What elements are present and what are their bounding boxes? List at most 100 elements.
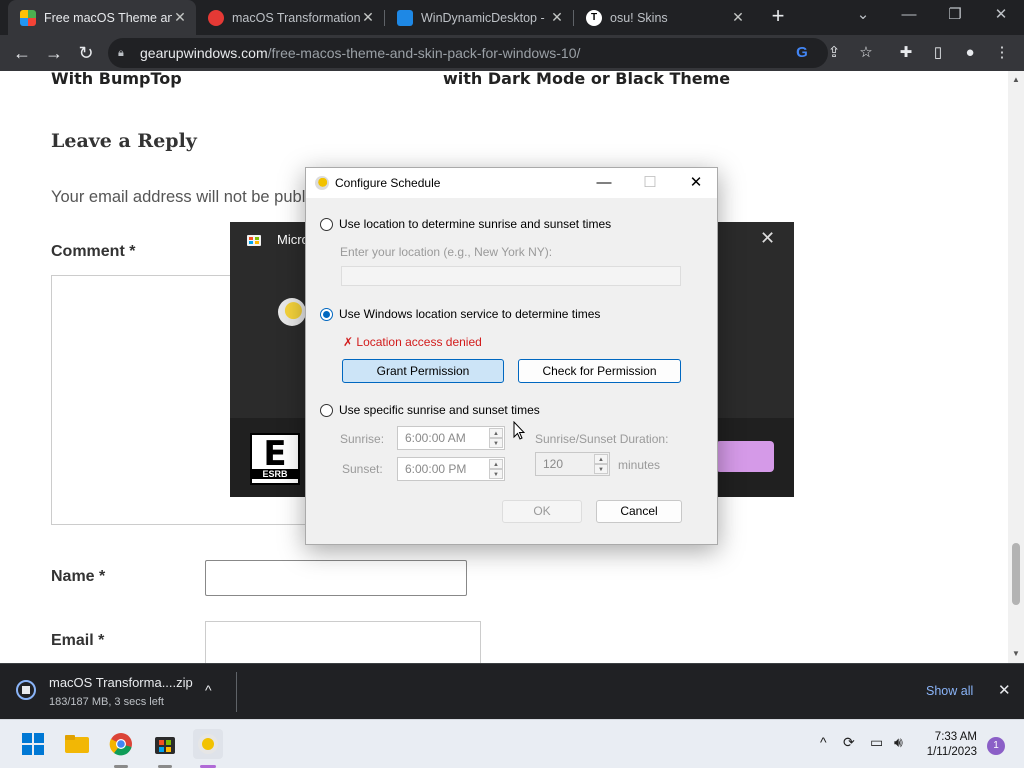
network-icon[interactable]: ▭ — [870, 734, 883, 751]
download-filename[interactable]: macOS Transforma....zip — [49, 675, 193, 690]
app-logo-icon — [278, 298, 306, 326]
spinner-arrows-icon: ▲ ▼ — [489, 428, 503, 448]
store-action-button[interactable] — [716, 441, 774, 472]
minimize-icon[interactable]: — — [581, 168, 627, 198]
clock-time: 7:33 AM — [934, 731, 977, 743]
system-clock[interactable]: 7:33 AM 1/11/2023 — [925, 730, 977, 760]
url-path: /free-macos-theme-and-skin-pack-for-wind… — [267, 45, 581, 61]
tab-macos-transformation[interactable]: macOS Transformation ✕ — [196, 0, 384, 35]
email-notice: Your email address will not be publis — [51, 188, 318, 206]
name-input[interactable] — [205, 560, 467, 596]
location-input — [341, 266, 681, 286]
sunset-value: 6:00:00 PM — [405, 462, 467, 476]
store-dialog-title: Micro — [277, 232, 309, 247]
chevron-up-icon[interactable]: ^ — [205, 682, 212, 698]
name-label: Name * — [51, 568, 106, 585]
forward-icon[interactable]: → — [40, 39, 68, 67]
side-panel-icon[interactable]: ▯ — [926, 41, 950, 65]
duration-unit: minutes — [618, 458, 661, 472]
windynamicdesktop-taskbar-icon[interactable] — [193, 729, 223, 759]
back-icon[interactable]: ← — [8, 39, 36, 67]
email-input[interactable] — [205, 621, 481, 663]
address-bar[interactable]: 🔒︎ gearupwindows.com/free-macos-theme-an… — [108, 38, 828, 68]
scroll-up-icon[interactable]: ▲ — [1008, 75, 1024, 84]
cancel-button[interactable]: Cancel — [596, 500, 682, 523]
close-download-bar-icon[interactable]: ✕ — [998, 681, 1011, 699]
zip-file-icon[interactable] — [16, 680, 36, 700]
radio-specific-times[interactable] — [320, 404, 333, 417]
sunset-time-input: 6:00:00 PM ▲ ▼ — [397, 457, 505, 481]
profile-icon[interactable]: ● — [958, 41, 982, 65]
dialog-titlebar: Configure Schedule — ☐ ✕ — [306, 168, 717, 198]
google-icon[interactable]: G — [790, 41, 814, 65]
store-close-icon[interactable]: ✕ — [760, 228, 775, 249]
volume-icon[interactable]: 🔊︎ — [894, 734, 903, 751]
scroll-down-icon[interactable]: ▼ — [1008, 649, 1024, 658]
spinner-arrows-icon: ▲ ▼ — [489, 459, 503, 479]
option-windows-label[interactable]: Use Windows location service to determin… — [339, 307, 600, 321]
grant-permission-button[interactable]: Grant Permission — [342, 359, 504, 383]
tab-search-icon[interactable]: ⌄ — [840, 0, 886, 32]
url-domain: gearupwindows.com — [140, 45, 268, 61]
sunset-label: Sunset: — [342, 462, 383, 476]
browser-toolbar: ← → ↻ 🔒︎ gearupwindows.com/free-macos-th… — [0, 35, 1024, 71]
notification-badge[interactable]: 1 — [987, 737, 1005, 755]
tab-title: Free macOS Theme and — [44, 10, 172, 25]
radio-location[interactable] — [320, 218, 333, 231]
windows-start-icon[interactable] — [18, 729, 48, 759]
sunrise-time-input: 6:00:00 AM ▲ ▼ — [397, 426, 505, 450]
ok-button: OK — [502, 500, 582, 523]
email-label: Email * — [51, 632, 105, 649]
show-all-button[interactable]: Show all — [926, 684, 973, 698]
tab-osu-skins[interactable]: T osu! Skins ✕ — [574, 0, 754, 35]
check-permission-button[interactable]: Check for Permission — [518, 359, 681, 383]
sync-status-icon[interactable]: ⟳ — [843, 734, 855, 751]
extensions-icon[interactable]: ✚ — [894, 41, 918, 65]
duration-value: 120 — [543, 457, 564, 471]
reply-heading: Leave a Reply — [51, 130, 197, 152]
close-tab-icon[interactable]: ✕ — [730, 9, 746, 26]
store-icon — [246, 231, 262, 247]
close-icon[interactable]: ✕ — [673, 168, 719, 198]
microsoft-store-icon[interactable] — [150, 729, 180, 759]
esrb-text: ESRB — [252, 469, 298, 479]
spinner-arrows-icon: ▲ ▼ — [594, 454, 608, 474]
page-scrollbar[interactable]: ▲ ▼ — [1008, 71, 1024, 663]
related-post-left[interactable]: With BumpTop — [51, 71, 182, 88]
tab-free-macos-theme[interactable]: Free macOS Theme and ✕ — [8, 0, 196, 35]
windows-icon — [397, 9, 413, 26]
chrome-icon[interactable] — [106, 729, 136, 759]
tab-strip: Free macOS Theme and ✕ macOS Transformat… — [0, 0, 1024, 35]
tab-title: macOS Transformation — [232, 10, 360, 25]
sunrise-value: 6:00:00 AM — [405, 431, 466, 445]
show-hidden-icons-icon[interactable]: ^ — [820, 734, 827, 750]
close-tab-icon[interactable]: ✕ — [360, 9, 376, 26]
maximize-icon: ☐ — [643, 174, 657, 191]
option-specific-label[interactable]: Use specific sunrise and sunset times — [339, 403, 540, 417]
scrollbar-thumb[interactable] — [1012, 543, 1020, 605]
windynamicdesktop-icon — [315, 176, 329, 190]
bookmark-star-icon[interactable]: ☆ — [854, 41, 878, 65]
option-location-label[interactable]: Use location to determine sunrise and su… — [339, 217, 611, 231]
related-post-right[interactable]: with Dark Mode or Black Theme — [443, 71, 730, 88]
red-circle-icon — [208, 9, 224, 26]
menu-icon[interactable]: ⋮ — [990, 41, 1014, 65]
tab-windynamicdesktop[interactable]: WinDynamicDesktop - ✕ — [385, 0, 573, 35]
sunrise-label: Sunrise: — [340, 432, 385, 446]
taskbar: ^ ⟳ ▭ 🔊︎ 7:33 AM 1/11/2023 1 — [0, 719, 1024, 768]
radio-windows-location[interactable] — [320, 308, 333, 321]
restore-icon[interactable]: ❐ — [932, 0, 978, 32]
esrb-letter: E — [263, 434, 287, 474]
file-explorer-icon[interactable] — [62, 729, 92, 759]
share-icon[interactable]: ⇪ — [822, 41, 846, 65]
download-bar: macOS Transforma....zip 183/187 MB, 3 se… — [0, 663, 1024, 719]
new-tab-button[interactable]: + — [766, 5, 790, 29]
close-tab-icon[interactable]: ✕ — [549, 9, 565, 26]
download-status: 183/187 MB, 3 secs left — [49, 696, 164, 708]
reload-icon[interactable]: ↻ — [72, 39, 100, 67]
minimize-icon[interactable]: — — [886, 0, 932, 32]
lock-icon[interactable]: 🔒︎ — [118, 47, 130, 60]
close-window-icon[interactable]: ✕ — [978, 0, 1024, 32]
dialog-title: Configure Schedule — [335, 176, 441, 190]
close-tab-icon[interactable]: ✕ — [172, 9, 188, 26]
